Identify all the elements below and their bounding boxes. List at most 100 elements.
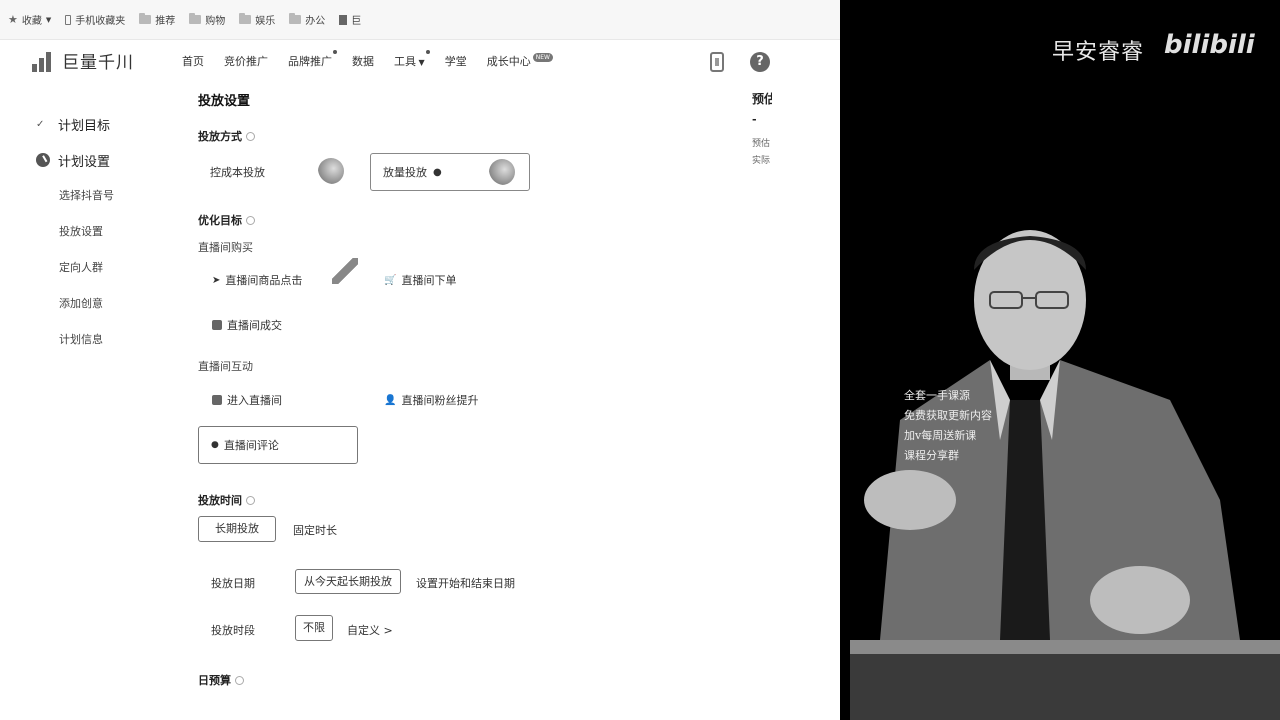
- nav-home[interactable]: 首页: [182, 53, 204, 69]
- bookmark-folder[interactable]: 娱乐: [239, 12, 275, 27]
- main-nav: 首页 竞价推广 品牌推广 数据 工具 ▼ 学堂 成长中心 NEW: [182, 50, 573, 69]
- presenter-image: [850, 230, 1280, 720]
- estimate-title: 预估: [752, 92, 772, 106]
- current-step-icon: [36, 153, 50, 167]
- sub-step-delivery[interactable]: 投放设置: [36, 214, 114, 250]
- step-plan-settings[interactable]: 计划设置: [36, 142, 114, 178]
- bookmark-label: 办公: [305, 16, 326, 27]
- dot-icon: [425, 50, 430, 54]
- bookmark-label: 巨: [351, 16, 362, 27]
- estimate-dash: -: [752, 113, 757, 126]
- goal-section-title: 优化目标: [198, 212, 255, 228]
- goal-label: 直播间商品点击: [225, 274, 303, 287]
- goal-section-label: 优化目标: [198, 214, 242, 227]
- nav-tools-label: 工具: [394, 55, 416, 68]
- info-icon[interactable]: [246, 215, 255, 225]
- mode-cost-control[interactable]: 控成本投放: [198, 153, 358, 191]
- goal-label: 直播间成交: [227, 319, 282, 332]
- overlay-line: 免费获取更新内容: [904, 409, 992, 422]
- page-title: 投放设置: [198, 94, 251, 109]
- mode-section-label: 投放方式: [198, 130, 242, 143]
- period-label: 投放时段: [211, 624, 255, 637]
- top-icons: ?: [710, 52, 770, 72]
- sub-step-account[interactable]: 选择抖音号: [36, 178, 114, 214]
- mode-illustration-icon: [489, 159, 515, 185]
- goal-deal[interactable]: 直播间成交: [212, 317, 282, 333]
- bookmark-site[interactable]: 巨: [339, 12, 361, 27]
- tab-long-term[interactable]: 长期投放: [198, 516, 276, 542]
- nav-growth[interactable]: 成长中心 NEW: [487, 53, 553, 69]
- recommend-tag-icon: [332, 258, 358, 284]
- bookmark-bar: ★ 收藏 ▼ 手机收藏夹 推荐 购物 娱乐 办公 巨: [0, 0, 840, 40]
- goal-label: 进入直播间: [227, 394, 282, 407]
- goal-enter-room[interactable]: 进入直播间: [212, 392, 282, 408]
- date-label: 投放日期: [211, 577, 255, 590]
- mobile-icon[interactable]: [710, 52, 724, 72]
- sub-step-plan-info[interactable]: 计划信息: [36, 322, 114, 358]
- info-icon[interactable]: [246, 495, 255, 505]
- date-custom-link[interactable]: 设置开始和结束日期: [416, 575, 515, 591]
- bookmark-label: 推荐: [155, 16, 176, 27]
- send-icon: ➤: [212, 274, 221, 286]
- bulb-icon: ●: [433, 166, 442, 178]
- nav-brand[interactable]: 品牌推广: [288, 50, 337, 69]
- site-icon: [339, 14, 348, 25]
- goal-label: 直播间下单: [401, 274, 457, 287]
- info-icon[interactable]: [235, 675, 244, 685]
- bookmark-folder[interactable]: 办公: [289, 12, 325, 27]
- mode-label: 控成本投放: [210, 166, 265, 179]
- period-custom-link[interactable]: 自定义 >: [347, 622, 393, 638]
- logo[interactable]: 巨量千川: [32, 48, 134, 73]
- step-label: 计划设置: [58, 154, 111, 170]
- goal-order[interactable]: 🛒 直播间下单: [384, 272, 456, 288]
- step-label: 计划目标: [58, 118, 111, 134]
- check-icon: ✓: [36, 118, 45, 130]
- mode-section-title: 投放方式: [198, 128, 255, 144]
- goal-product-click[interactable]: ➤ 直播间商品点击: [212, 272, 302, 288]
- user-icon: 👤: [384, 394, 397, 406]
- bookmark-label: 娱乐: [255, 16, 276, 27]
- tab-fixed-duration[interactable]: 固定时长: [293, 522, 337, 538]
- goal-comment[interactable]: ● 直播间评论: [198, 426, 358, 464]
- bookmark-label: 手机收藏夹: [75, 16, 126, 27]
- bookmark-folder[interactable]: 购物: [189, 12, 225, 27]
- cart-icon: 🛒: [384, 274, 397, 286]
- sub-step-audience[interactable]: 定向人群: [36, 250, 114, 286]
- step-sidebar: ✓ 计划目标 计划设置 选择抖音号 投放设置 定向人群 添加创意 计划信息: [36, 106, 114, 358]
- period-unlimited-button[interactable]: 不限: [295, 615, 333, 641]
- nav-brand-label: 品牌推广: [288, 55, 332, 68]
- goal-label: 直播间粉丝提升: [401, 394, 479, 407]
- goal-fans[interactable]: 👤 直播间粉丝提升: [384, 392, 478, 408]
- overlay-line: 全套一手课源: [904, 389, 970, 402]
- group-purchase-title: 直播间购买: [198, 241, 253, 254]
- date-long-term-button[interactable]: 从今天起长期投放: [295, 569, 401, 594]
- app-page: 巨量千川 首页 竞价推广 品牌推广 数据 工具 ▼ 学堂 成长中心 NEW ? ✓…: [0, 40, 840, 720]
- new-badge: NEW: [532, 53, 553, 62]
- folder-icon: [189, 13, 202, 24]
- mode-illustration-icon: [318, 158, 344, 184]
- nav-academy[interactable]: 学堂: [445, 53, 467, 69]
- info-icon[interactable]: [246, 131, 255, 141]
- nav-tools[interactable]: 工具 ▼: [394, 50, 430, 69]
- bookmark-mobile[interactable]: 手机收藏夹: [65, 12, 125, 27]
- budget-section-title: 日预算: [198, 672, 244, 688]
- mode-volume[interactable]: 放量投放 ●: [370, 153, 530, 191]
- sub-step-creative[interactable]: 添加创意: [36, 286, 114, 322]
- bookmark-favorites[interactable]: ★ 收藏 ▼: [8, 12, 51, 27]
- logo-icon: [32, 50, 58, 72]
- nav-growth-label: 成长中心: [486, 55, 531, 68]
- folder-icon: [139, 13, 152, 24]
- nav-bidding[interactable]: 竞价推广: [224, 53, 268, 69]
- phone-icon: [65, 14, 72, 25]
- nav-data[interactable]: 数据: [352, 53, 374, 69]
- mode-label: 放量投放: [383, 166, 427, 179]
- step-plan-goal[interactable]: ✓ 计划目标: [36, 106, 114, 142]
- bookmark-label: 购物: [205, 16, 226, 27]
- goal-label: 直播间评论: [223, 439, 279, 452]
- estimate-panel: 预估 - 预估 实际: [752, 90, 772, 166]
- enter-room-icon: [212, 395, 222, 405]
- top-navigation: 巨量千川 首页 竞价推广 品牌推广 数据 工具 ▼ 学堂 成长中心 NEW ?: [0, 40, 840, 84]
- bookmark-folder[interactable]: 推荐: [139, 12, 175, 27]
- star-icon: ★: [8, 13, 18, 26]
- help-icon[interactable]: ?: [750, 52, 770, 72]
